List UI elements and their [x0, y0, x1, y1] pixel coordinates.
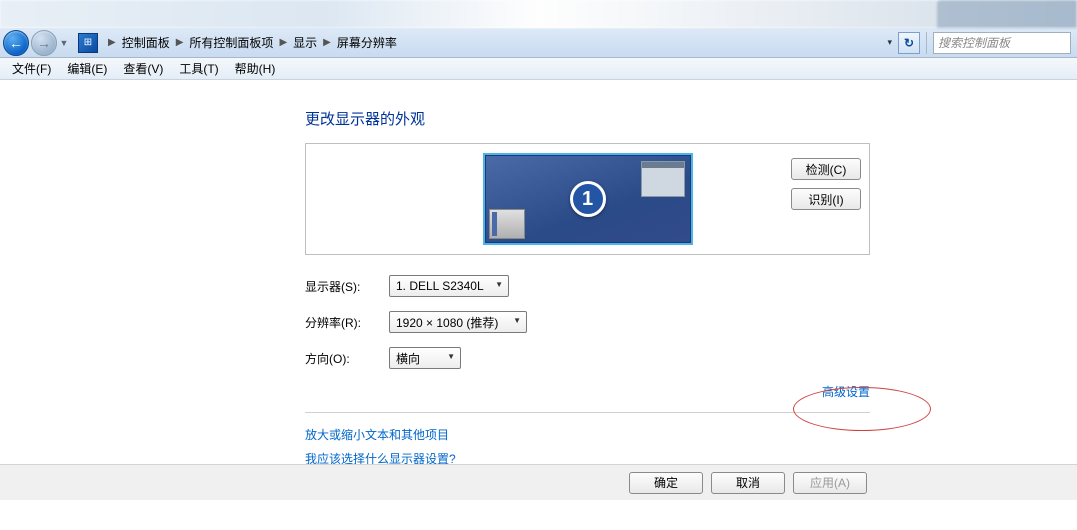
back-button[interactable]: ← [3, 30, 29, 56]
refresh-button[interactable]: ↻ [898, 32, 920, 54]
monitor-select[interactable]: 1. DELL S2340L [389, 275, 509, 297]
cancel-button[interactable]: 取消 [711, 472, 785, 494]
search-placeholder: 搜索控制面板 [938, 34, 1010, 51]
breadcrumb-all-items[interactable]: 所有控制面板项 [187, 32, 275, 53]
blurred-background [0, 0, 1077, 28]
monitor-thumbnail[interactable]: 1 [483, 153, 693, 245]
menu-edit[interactable]: 编辑(E) [59, 60, 115, 77]
control-panel-icon: ⊞ [78, 33, 98, 53]
orientation-label: 方向(O): [305, 350, 389, 367]
menu-tools[interactable]: 工具(T) [171, 60, 226, 77]
divider [305, 412, 870, 413]
breadcrumb-display[interactable]: 显示 [291, 32, 319, 53]
forward-button[interactable]: → [31, 30, 57, 56]
resolution-select-value: 1920 × 1080 (推荐) [396, 314, 498, 331]
ok-button[interactable]: 确定 [629, 472, 703, 494]
chevron-right-icon: ▶ [323, 37, 331, 48]
resolution-label: 分辨率(R): [305, 314, 389, 331]
orientation-select[interactable]: 横向 [389, 347, 461, 369]
separator [926, 32, 927, 54]
monitor-select-value: 1. DELL S2340L [396, 279, 484, 293]
history-dropdown-icon[interactable]: ▼ [58, 38, 70, 48]
menu-help[interactable]: 帮助(H) [227, 60, 284, 77]
location-dropdown-icon[interactable]: ▾ [883, 33, 896, 52]
window-preview [641, 161, 685, 197]
page-title: 更改显示器的外观 [305, 108, 1017, 129]
navigation-bar: ← → ▼ ⊞ ▶ 控制面板 ▶ 所有控制面板项 ▶ 显示 ▶ 屏幕分辨率 ▾ … [0, 28, 1077, 58]
taskbar-preview [489, 209, 525, 239]
arrow-left-icon: ← [9, 35, 23, 51]
menu-file[interactable]: 文件(F) [4, 60, 59, 77]
content-area: 更改显示器的外观 1 检测(C) 识别(I) 显示器(S): 1. DELL S… [0, 80, 1077, 500]
chevron-right-icon: ▶ [108, 37, 116, 48]
breadcrumb-resolution[interactable]: 屏幕分辨率 [335, 32, 399, 53]
orientation-select-value: 横向 [396, 350, 420, 367]
search-input[interactable]: 搜索控制面板 [933, 32, 1071, 54]
menu-view[interactable]: 查看(V) [115, 60, 171, 77]
chevron-right-icon: ▶ [279, 37, 287, 48]
chevron-right-icon: ▶ [176, 37, 184, 48]
monitor-number-badge: 1 [570, 181, 606, 217]
refresh-icon: ↻ [904, 36, 914, 50]
display-preview-panel: 1 检测(C) 识别(I) [305, 143, 870, 255]
advanced-settings-link[interactable]: 高级设置 [822, 385, 870, 399]
breadcrumb-control-panel[interactable]: 控制面板 [120, 32, 172, 53]
monitor-label: 显示器(S): [305, 278, 389, 295]
scale-text-link[interactable]: 放大或缩小文本和其他项目 [305, 428, 449, 442]
resolution-select[interactable]: 1920 × 1080 (推荐) [389, 311, 527, 333]
breadcrumb: ▶ 控制面板 ▶ 所有控制面板项 ▶ 显示 ▶ 屏幕分辨率 [104, 32, 399, 53]
apply-button[interactable]: 应用(A) [793, 472, 867, 494]
arrow-right-icon: → [37, 35, 51, 51]
menu-bar: 文件(F) 编辑(E) 查看(V) 工具(T) 帮助(H) [0, 58, 1077, 80]
detect-button[interactable]: 检测(C) [791, 158, 861, 180]
dialog-button-bar: 确定 取消 应用(A) [0, 464, 1077, 500]
identify-button[interactable]: 识别(I) [791, 188, 861, 210]
